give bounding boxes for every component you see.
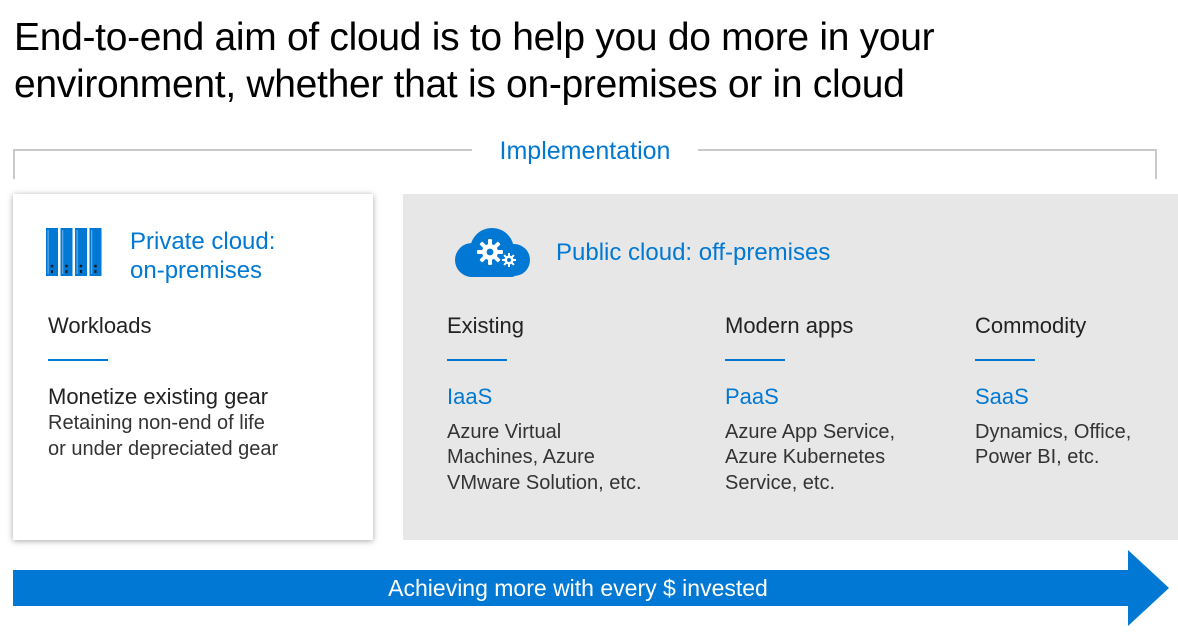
iaas-label: IaaS (447, 384, 493, 409)
public-cloud-heading: Public cloud: off-premises (556, 239, 831, 266)
iaas-body-line3: VMware Solution, etc. (447, 472, 642, 494)
private-cloud-heading-line2: on-premises (130, 257, 263, 284)
implementation-label: Implementation (472, 134, 698, 168)
workloads-body-line1: Retaining non-end of life (48, 412, 265, 434)
iaas-body-line1: Azure Virtual (447, 421, 562, 443)
paas-body-line2: Azure Kubernetes (725, 446, 886, 468)
commodity-rule (975, 359, 1035, 361)
iaas-body-line2: Machines, Azure (447, 446, 595, 468)
saas-body-line2: Power BI, etc. (975, 446, 1100, 468)
commodity-title: Commodity (975, 313, 1087, 338)
server-rack-icon (46, 228, 102, 276)
workloads-subtitle: Monetize existing gear (48, 384, 269, 409)
saas-body-line1: Dynamics, Office, (975, 421, 1132, 443)
existing-title: Existing (447, 313, 525, 338)
workloads-body-line2: or under depreciated gear (48, 438, 279, 460)
paas-body-line1: Azure App Service, (725, 421, 896, 443)
slide-title: End-to-end aim of cloud is to help you d… (14, 16, 935, 106)
paas-body-line3: Service, etc. (725, 472, 836, 494)
private-cloud-heading-line1: Private cloud: (130, 228, 276, 255)
modern-apps-rule (725, 359, 785, 361)
arrow-label: Achieving more with every $ invested (388, 575, 768, 601)
cloud-gears-icon (455, 228, 530, 277)
paas-label: PaaS (725, 384, 779, 409)
existing-rule (447, 359, 507, 361)
workloads-rule (48, 359, 108, 361)
modern-apps-title: Modern apps (725, 313, 854, 338)
workloads-title: Workloads (48, 313, 152, 338)
saas-label: SaaS (975, 384, 1029, 409)
